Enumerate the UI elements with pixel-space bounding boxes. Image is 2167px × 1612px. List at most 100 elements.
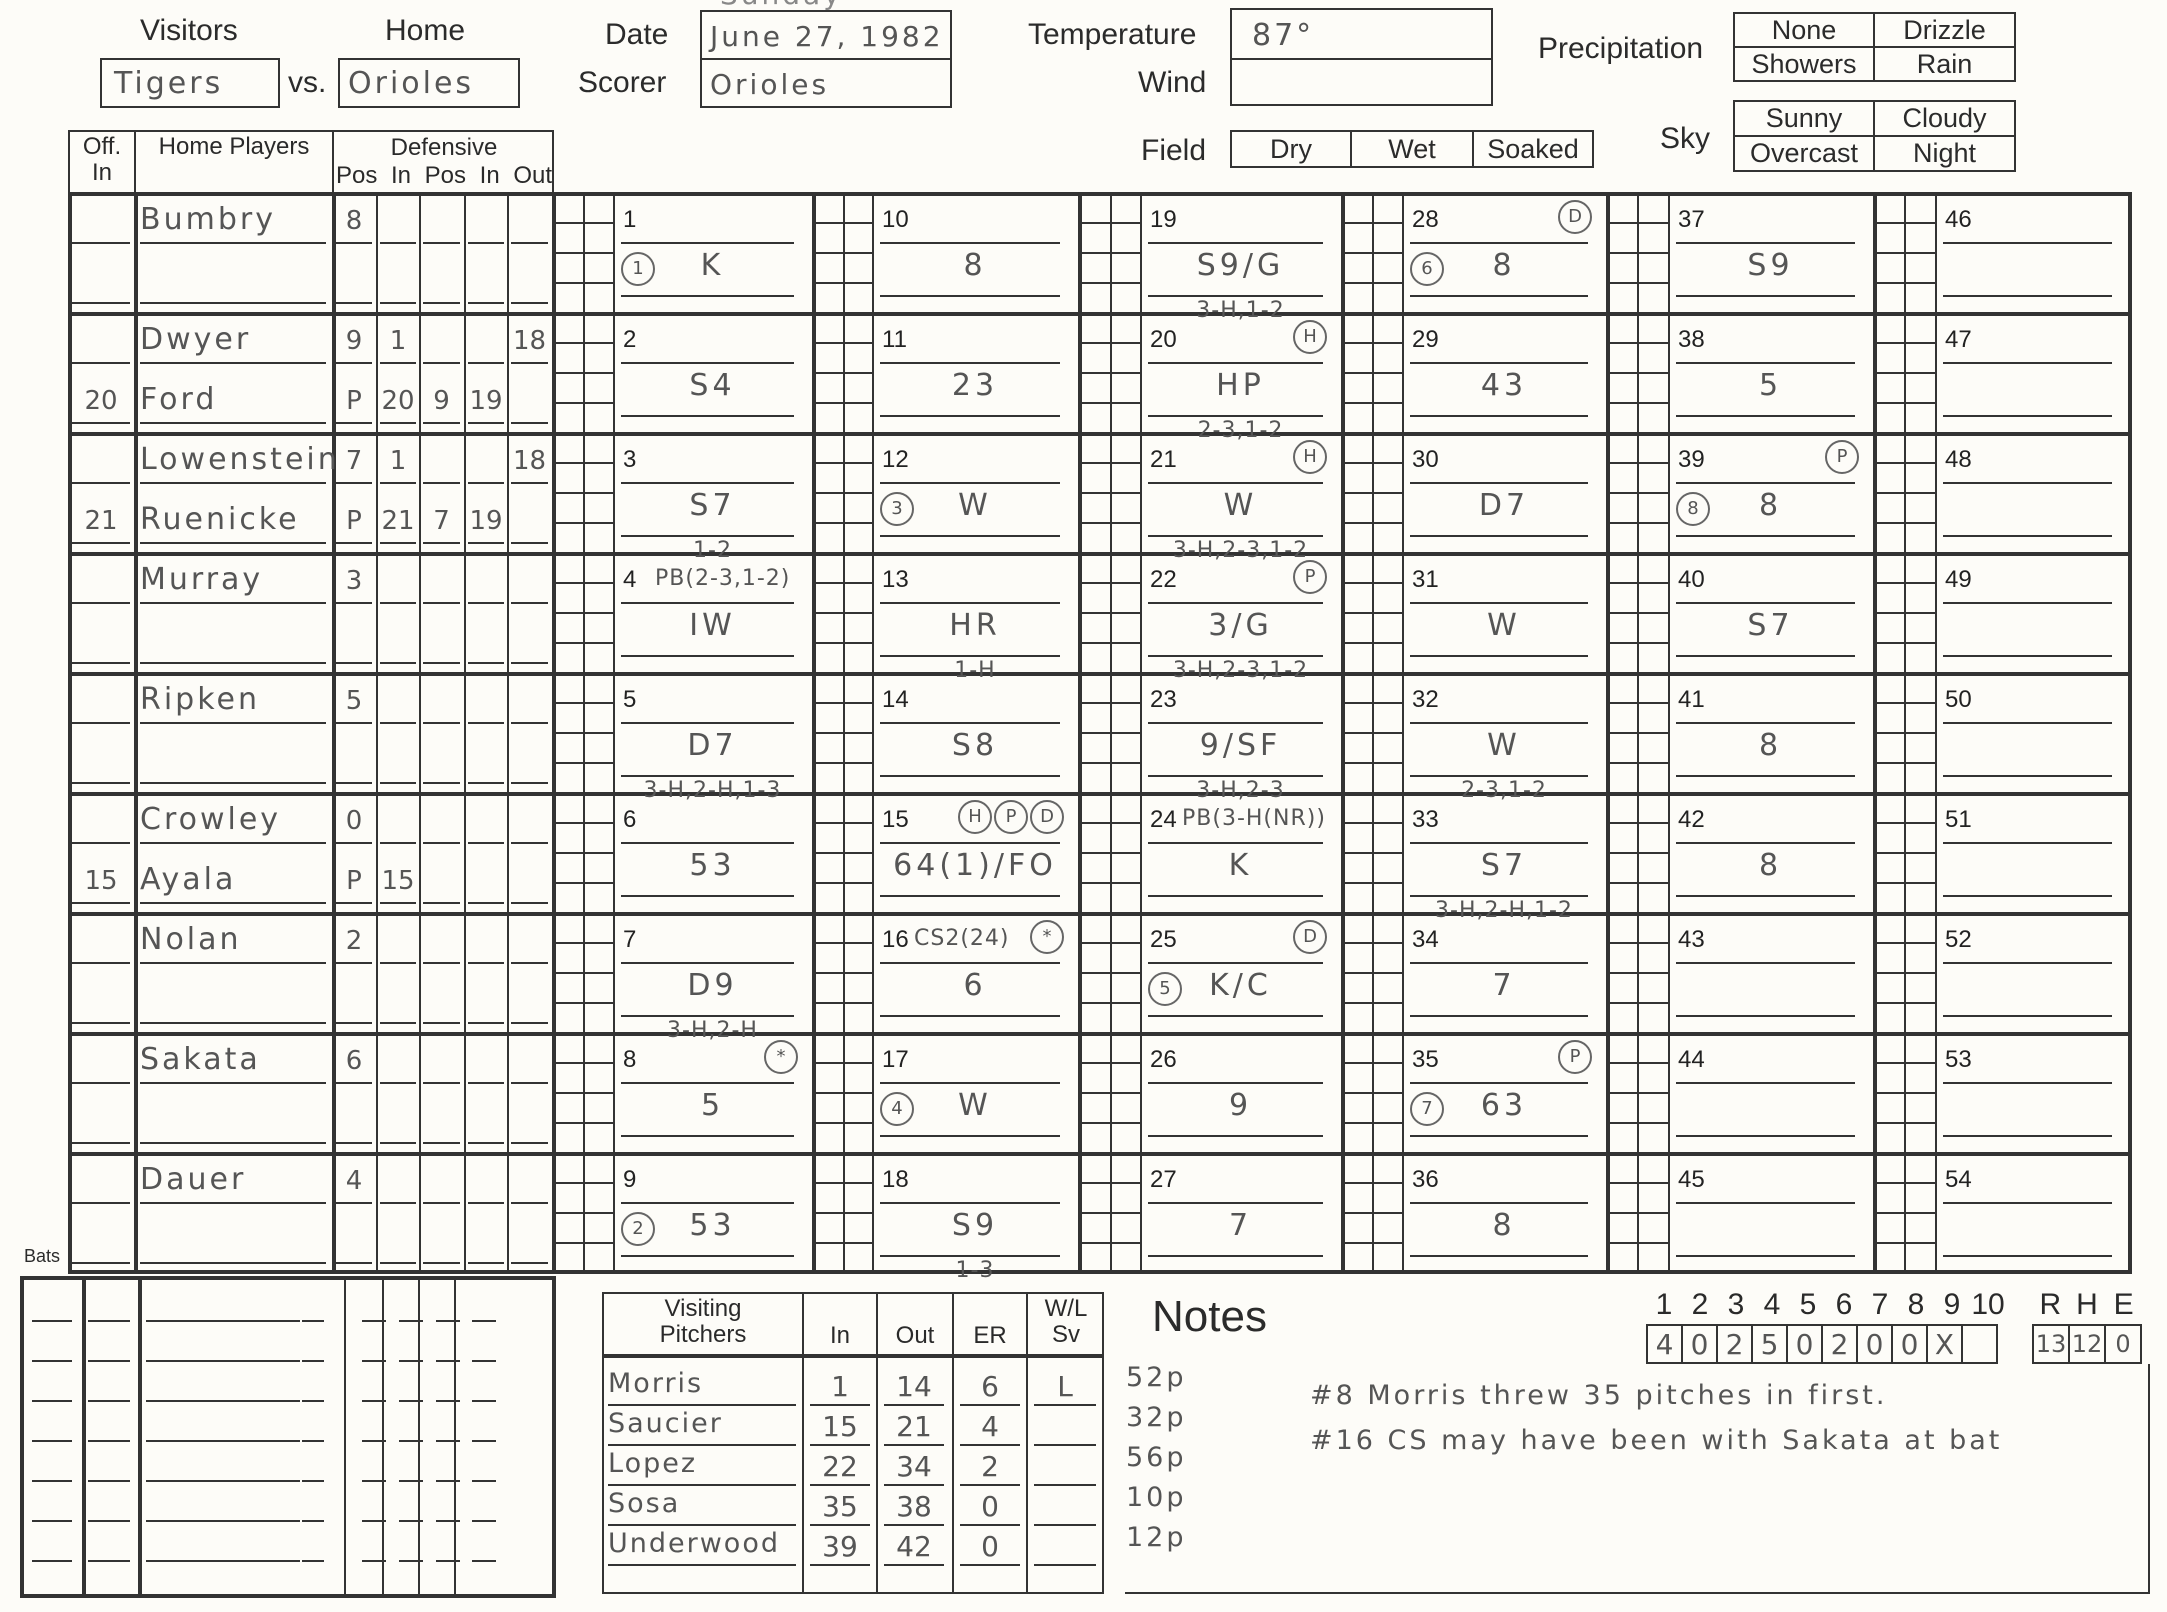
player-name[interactable]: Murray bbox=[140, 562, 263, 597]
sky-overcast[interactable]: Overcast bbox=[1733, 135, 1875, 172]
pitcher-in[interactable]: 39 bbox=[810, 1530, 870, 1563]
pos1-value[interactable]: P bbox=[336, 386, 372, 416]
at-bat-cell[interactable]: 5 D7 3-H,2-H,1-3 bbox=[613, 672, 812, 803]
at-bat-cell[interactable]: 31 W bbox=[1402, 552, 1606, 672]
pitcher-out[interactable]: 42 bbox=[884, 1530, 944, 1563]
precip-drizzle[interactable]: Drizzle bbox=[1873, 12, 2016, 48]
out-value[interactable]: 18 bbox=[511, 326, 548, 356]
at-bat-cell[interactable]: 13 HR 1-H bbox=[872, 552, 1078, 683]
player-name[interactable]: Ripken bbox=[140, 682, 260, 717]
at-bat-cell[interactable]: 14 S8 bbox=[872, 672, 1078, 792]
at-bat-cell[interactable]: 18 S9 1-3 bbox=[872, 1152, 1078, 1283]
at-bat-cell[interactable]: 42 8 bbox=[1668, 792, 1873, 912]
inning-runs[interactable]: 2 bbox=[1718, 1326, 1753, 1362]
at-bat-cell[interactable]: 4 PB(2-3,1-2) IW bbox=[613, 552, 812, 672]
pitcher-name[interactable]: Morris bbox=[608, 1368, 703, 1399]
at-bat-cell[interactable]: 3 S7 1-2 bbox=[613, 432, 812, 563]
out-value[interactable]: 18 bbox=[511, 446, 548, 476]
pitcher-er[interactable]: 2 bbox=[960, 1450, 1020, 1483]
off-in-value[interactable]: 21 bbox=[72, 506, 130, 536]
at-bat-cell[interactable]: 52 bbox=[1935, 912, 2130, 1032]
pitcher-name[interactable]: Sosa bbox=[608, 1488, 680, 1519]
at-bat-cell[interactable]: 46 bbox=[1935, 192, 2130, 312]
temperature-field[interactable]: 87° bbox=[1252, 18, 1314, 53]
in1-value[interactable]: 20 bbox=[380, 386, 416, 416]
at-bat-cell[interactable]: 35 7 63 P bbox=[1402, 1032, 1606, 1152]
at-bat-cell[interactable]: 27 7 bbox=[1140, 1152, 1341, 1272]
precip-rain[interactable]: Rain bbox=[1873, 46, 2016, 82]
field-wet[interactable]: Wet bbox=[1350, 130, 1474, 168]
sky-sunny[interactable]: Sunny bbox=[1733, 100, 1875, 137]
at-bat-cell[interactable]: 41 8 bbox=[1668, 672, 1873, 792]
pos1-value[interactable]: 0 bbox=[336, 806, 372, 836]
at-bat-cell[interactable]: 2 S4 bbox=[613, 312, 812, 432]
player-name[interactable]: Lowenstein bbox=[140, 442, 340, 477]
scorer-field[interactable]: Orioles bbox=[710, 68, 829, 101]
pitcher-wl[interactable]: L bbox=[1034, 1370, 1096, 1403]
inning-runs[interactable]: 0 bbox=[1893, 1326, 1928, 1362]
pos1-value[interactable]: 7 bbox=[336, 446, 372, 476]
inning-runs[interactable]: 0 bbox=[1858, 1326, 1893, 1362]
at-bat-cell[interactable]: 51 bbox=[1935, 792, 2130, 912]
pitcher-in[interactable]: 15 bbox=[810, 1410, 870, 1443]
inning-runs[interactable]: 4 bbox=[1648, 1326, 1683, 1362]
player-name[interactable]: Dwyer bbox=[140, 322, 251, 357]
player-name[interactable]: Crowley bbox=[140, 802, 281, 837]
in2-value[interactable]: 19 bbox=[468, 386, 504, 416]
at-bat-cell[interactable]: 17 4 W bbox=[872, 1032, 1078, 1152]
at-bat-cell[interactable]: 45 bbox=[1668, 1152, 1873, 1272]
field-soaked[interactable]: Soaked bbox=[1472, 130, 1594, 168]
inning-runs[interactable] bbox=[1963, 1326, 1996, 1362]
player-name[interactable]: Sakata bbox=[140, 1042, 261, 1077]
in1-value[interactable]: 1 bbox=[380, 326, 416, 356]
at-bat-cell[interactable]: 15 64(1)/FO H P D bbox=[872, 792, 1078, 912]
in1-value[interactable]: 21 bbox=[380, 506, 416, 536]
at-bat-cell[interactable]: 37 S9 bbox=[1668, 192, 1873, 312]
at-bat-cell[interactable]: 22 3/G 3-H,2-3,1-2 P bbox=[1140, 552, 1341, 683]
off-in-value[interactable]: 20 bbox=[72, 386, 130, 416]
at-bat-cell[interactable]: 7 D9 3-H,2-H bbox=[613, 912, 812, 1043]
at-bat-cell[interactable]: 44 bbox=[1668, 1032, 1873, 1152]
at-bat-cell[interactable]: 11 23 bbox=[872, 312, 1078, 432]
sky-night[interactable]: Night bbox=[1873, 135, 2016, 172]
at-bat-cell[interactable]: 21 W 3-H,2-3,1-2 H bbox=[1140, 432, 1341, 563]
precip-showers[interactable]: Showers bbox=[1733, 46, 1875, 82]
at-bat-cell[interactable]: 29 43 bbox=[1402, 312, 1606, 432]
at-bat-cell[interactable]: 25 5 K/C D bbox=[1140, 912, 1341, 1032]
field-dry[interactable]: Dry bbox=[1230, 130, 1352, 168]
pitcher-in[interactable]: 1 bbox=[810, 1370, 870, 1403]
pos1-value[interactable]: 4 bbox=[336, 1166, 372, 1196]
rhe-value[interactable]: 13 bbox=[2034, 1326, 2070, 1362]
pos2-value[interactable]: 7 bbox=[423, 506, 460, 536]
in2-value[interactable]: 19 bbox=[468, 506, 504, 536]
pitcher-name[interactable]: Underwood bbox=[608, 1528, 780, 1559]
home-team-field[interactable]: Orioles bbox=[338, 58, 520, 108]
pos1-value[interactable]: 6 bbox=[336, 1046, 372, 1076]
inning-runs[interactable]: 0 bbox=[1683, 1326, 1718, 1362]
rhe-value[interactable]: 12 bbox=[2070, 1326, 2106, 1362]
at-bat-cell[interactable]: 34 7 bbox=[1402, 912, 1606, 1032]
pos1-value[interactable]: P bbox=[336, 866, 372, 896]
at-bat-cell[interactable]: 6 53 bbox=[613, 792, 812, 912]
at-bat-cell[interactable]: 24 PB(3-H(NR)) K bbox=[1140, 792, 1341, 912]
at-bat-cell[interactable]: 26 9 bbox=[1140, 1032, 1341, 1152]
in1-value[interactable]: 1 bbox=[380, 446, 416, 476]
pitcher-out[interactable]: 14 bbox=[884, 1370, 944, 1403]
pitcher-out[interactable]: 34 bbox=[884, 1450, 944, 1483]
player-name[interactable]: Ruenicke bbox=[140, 502, 300, 537]
date-field[interactable]: June 27, 1982 bbox=[710, 20, 944, 53]
at-bat-cell[interactable]: 39 8 8 P bbox=[1668, 432, 1873, 552]
at-bat-cell[interactable]: 43 bbox=[1668, 912, 1873, 1032]
pos1-value[interactable]: P bbox=[336, 506, 372, 536]
at-bat-cell[interactable]: 9 2 53 bbox=[613, 1152, 812, 1272]
pos1-value[interactable]: 9 bbox=[336, 326, 372, 356]
player-name[interactable]: Bumbry bbox=[140, 202, 276, 237]
at-bat-cell[interactable]: 50 bbox=[1935, 672, 2130, 792]
at-bat-cell[interactable]: 16 CS2(24) 6 * bbox=[872, 912, 1078, 1032]
pitcher-er[interactable]: 0 bbox=[960, 1530, 1020, 1563]
visitors-team-field[interactable]: Tigers bbox=[100, 58, 280, 108]
at-bat-cell[interactable]: 40 S7 bbox=[1668, 552, 1873, 672]
pos1-value[interactable]: 3 bbox=[336, 566, 372, 596]
pos1-value[interactable]: 5 bbox=[336, 686, 372, 716]
pos1-value[interactable]: 8 bbox=[336, 206, 372, 236]
